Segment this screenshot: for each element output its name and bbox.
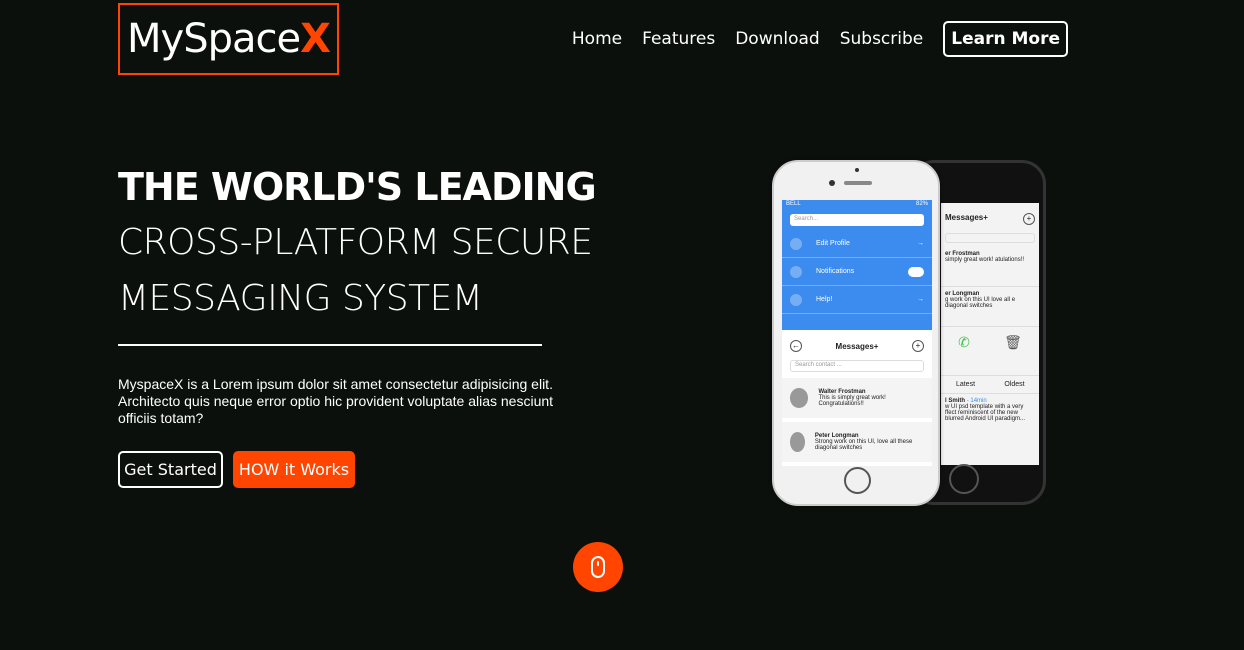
arrow-right-icon: → [917, 240, 924, 247]
back-call-actions: ✆ 🗑 [941, 327, 1039, 357]
hero-subtitle-line1: CROSS-PLATFORM SECURE [118, 222, 593, 263]
brand-accent: X [300, 16, 331, 62]
home-button-icon [949, 464, 979, 494]
battery-label: 82% [915, 201, 928, 207]
back-messages-header: Messages+ + [941, 203, 1039, 229]
hero-divider [118, 344, 542, 346]
toggle-switch [908, 266, 924, 277]
bell-icon [790, 265, 802, 278]
back-arrow-icon: ← [790, 340, 802, 352]
list-item: er Longman g work on this UI love all e … [941, 287, 1039, 327]
arrow-down-icon [790, 237, 802, 250]
camera-icon [829, 180, 835, 186]
back-search-input [945, 233, 1035, 243]
back-footer-message: l Smith - 14min w UI psd template with a… [941, 394, 1039, 426]
back-row-text: simply great work! atulations!! [945, 257, 1025, 263]
menu-item-notifications: Notifications [782, 258, 932, 286]
speaker-icon [844, 181, 872, 185]
back-messages-title: Messages+ [945, 213, 988, 222]
home-button-icon [844, 467, 871, 494]
back-footer-text: w UI psd template with a very ffect remi… [945, 404, 1026, 422]
hero-description: MyspaceX is a Lorem ipsum dolor sit amet… [118, 376, 554, 426]
plus-icon: + [1023, 213, 1035, 225]
menu-item-help: Help! → [782, 286, 932, 314]
nav-subscribe[interactable]: Subscribe [840, 29, 924, 49]
menu-item-label: Help! [816, 296, 833, 303]
arrow-right-icon: → [917, 296, 924, 303]
menu-item-label: Notifications [816, 268, 855, 275]
avatar [790, 388, 809, 408]
phone-front-screen: BELL 82% Search... Edit Profile → Notifi… [782, 200, 932, 466]
tab-oldest: Oldest [1004, 381, 1025, 388]
messages-title: Messages+ [835, 341, 879, 351]
brand-name: MySpace [127, 16, 301, 62]
nav-features[interactable]: Features [642, 29, 715, 49]
phone-front-mockup: BELL 82% Search... Edit Profile → Notifi… [772, 160, 940, 506]
nav-download[interactable]: Download [735, 29, 820, 49]
hero-title: THE WORLD'S LEADING [118, 165, 597, 209]
status-bar: BELL 82% [782, 200, 932, 210]
how-it-works-button[interactable]: HOW it Works [233, 451, 355, 488]
plus-icon: + [911, 340, 924, 352]
brand-logo[interactable]: MySpace X [118, 3, 339, 75]
nav-home[interactable]: Home [572, 29, 622, 49]
list-item: Walter Frostman This is simply great wor… [782, 378, 932, 418]
scroll-down-button[interactable] [573, 542, 623, 592]
message-body: Peter Longman Strong work on this UI, lo… [815, 433, 924, 451]
carrier-label: BELL [786, 201, 801, 207]
sensor-icon [855, 168, 859, 172]
learn-more-button[interactable]: Learn More [943, 21, 1068, 57]
main-nav: Home Features Download Subscribe Learn M… [552, 21, 1068, 57]
hero-subtitle-line2: MESSAGING SYSTEM [118, 278, 483, 319]
list-item: er Frostman simply great work! atulation… [941, 247, 1039, 287]
tab-latest: Latest [955, 381, 976, 388]
phone-back-screen: Messages+ + er Frostman simply great wor… [941, 203, 1039, 465]
phone-search-input: Search... [790, 214, 924, 226]
message-text: Strong work on this UI, love all these d… [814, 439, 913, 451]
back-tabs: Latest Oldest [941, 375, 1039, 394]
trash-icon: 🗑 [1004, 333, 1022, 350]
back-row-text: g work on this UI love all e diagonal sw… [945, 297, 1016, 309]
menu-item-edit-profile: Edit Profile → [782, 230, 932, 258]
avatar [790, 432, 805, 452]
list-item: Peter Longman Strong work on this UI, lo… [782, 422, 932, 462]
message-body: Walter Frostman This is simply great wor… [818, 389, 924, 407]
messages-header: ← Messages+ + [782, 336, 932, 356]
message-text: This is simply great work! Congratulatio… [818, 395, 886, 407]
help-icon [790, 293, 802, 306]
menu-item-label: Edit Profile [816, 240, 850, 247]
get-started-button[interactable]: Get Started [118, 451, 223, 488]
mouse-icon [591, 556, 605, 578]
settings-panel: BELL 82% Search... Edit Profile → Notifi… [782, 200, 932, 330]
contact-search-input: Search contact ... [790, 360, 924, 372]
phone-icon: ✆ [958, 333, 970, 350]
